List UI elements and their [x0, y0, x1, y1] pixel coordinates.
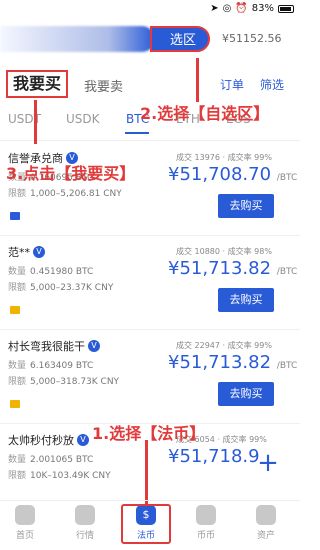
- seller-name: 村长弯我很能干 V: [8, 338, 100, 354]
- divider: [0, 140, 300, 141]
- limit-row: 限额 10K–103.49K CNY: [8, 471, 111, 481]
- add-icon[interactable]: +: [256, 450, 280, 476]
- trade-tabs: 我要买 我要卖 订单 筛选: [0, 70, 300, 100]
- tab-buy[interactable]: 我要买: [6, 70, 68, 98]
- top-header: 选区 ¥51152.56: [0, 20, 300, 60]
- annotation-step3: 3.点击【我要买】: [6, 164, 136, 183]
- annotation-step2: 2.选择【自选区】: [140, 104, 270, 123]
- battery-icon: [278, 4, 294, 13]
- limit-row: 限额 5,000–23.37K CNY: [8, 283, 114, 293]
- active-tab-indicator: [125, 132, 149, 134]
- quantity-row: 数量 0.451980 BTC: [8, 267, 94, 277]
- coin-tab-usdk[interactable]: USDK: [66, 112, 100, 126]
- alarm-icon: ⏰: [235, 3, 248, 14]
- status-right: ➤ ◎ ⏰ 83%: [210, 3, 294, 14]
- listing-card: 范** V 成交 10880 · 成交率 98% 数量 0.451980 BTC 限…: [0, 240, 300, 330]
- buy-button[interactable]: 去购买: [218, 288, 274, 312]
- payment-icon: [10, 306, 20, 314]
- listing-price: ¥51,713.82 /BTC: [168, 258, 298, 279]
- annotation-arrow: [196, 58, 199, 102]
- payment-icon: [10, 400, 20, 408]
- seller-stats: 成交 22947 · 成交率 99%: [176, 341, 272, 350]
- blurred-search-bar[interactable]: [0, 26, 155, 52]
- verified-icon: V: [88, 340, 100, 352]
- location-icon: ➤: [210, 3, 219, 14]
- listing-price: ¥51,708.70 /BTC: [168, 164, 298, 185]
- battery-percent: 83%: [251, 3, 274, 14]
- nav-market[interactable]: 行情: [60, 505, 110, 541]
- home-icon: [15, 505, 35, 525]
- annotation-arrow: [145, 440, 148, 504]
- buy-button[interactable]: 去购买: [218, 382, 274, 406]
- compass-icon: ◎: [222, 3, 232, 14]
- listing-card: 村长弯我很能干 V 成交 22947 · 成交率 99% 数量 6.163409 B…: [0, 334, 300, 424]
- listing-price: ¥51,718.9: [168, 446, 260, 467]
- limit-row: 限额 5,000–318.73K CNY: [8, 377, 120, 387]
- seller-name: 太帅秒付秒放 V: [8, 432, 89, 448]
- seller-stats: 成交 13976 · 成交率 99%: [176, 153, 272, 162]
- quantity-row: 数量 2.001065 BTC: [8, 455, 94, 465]
- limit-row: 限额 1,000–5,206.81 CNY: [8, 189, 122, 199]
- top-price: ¥51152.56: [222, 32, 282, 45]
- nav-home[interactable]: 首页: [0, 505, 50, 541]
- custom-zone-button[interactable]: 选区: [150, 26, 210, 52]
- buy-button[interactable]: 去购买: [218, 194, 274, 218]
- nav-assets[interactable]: 资产: [241, 505, 291, 541]
- seller-name: 范** V: [8, 244, 45, 260]
- verified-icon: V: [33, 246, 45, 258]
- annotation-arrow: [34, 100, 37, 144]
- coin-icon: [196, 505, 216, 525]
- listing-price: ¥51,713.82 /BTC: [168, 352, 298, 373]
- seller-stats: 成交 10880 · 成交率 98%: [176, 247, 272, 256]
- annotation-highlight-box: [121, 504, 171, 544]
- status-bar: ➤ ◎ ⏰ 83%: [0, 0, 300, 18]
- filter-link[interactable]: 筛选: [260, 76, 284, 93]
- tab-sell[interactable]: 我要卖: [84, 76, 123, 95]
- quantity-row: 数量 6.163409 BTC: [8, 361, 94, 371]
- verified-icon: V: [77, 434, 89, 446]
- nav-coin[interactable]: 币币: [181, 505, 231, 541]
- orders-link[interactable]: 订单: [220, 76, 244, 93]
- bank-card-icon: [10, 212, 20, 220]
- annotation-step1: 1.选择【法币】: [92, 424, 206, 443]
- market-icon: [75, 505, 95, 525]
- wallet-icon: [256, 505, 276, 525]
